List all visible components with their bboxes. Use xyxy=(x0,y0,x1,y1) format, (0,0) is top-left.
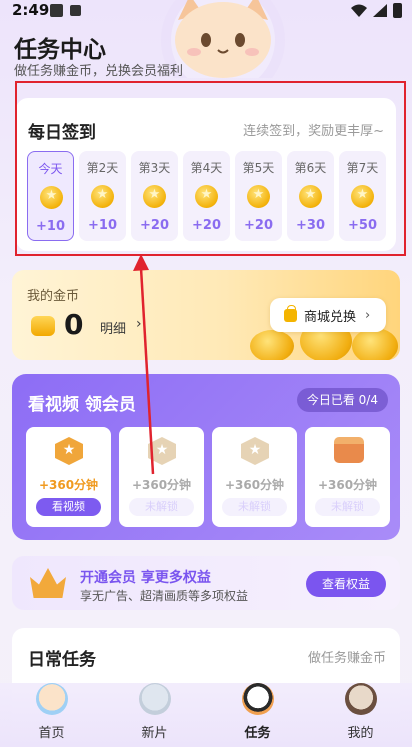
annotation-arrow xyxy=(133,254,155,475)
